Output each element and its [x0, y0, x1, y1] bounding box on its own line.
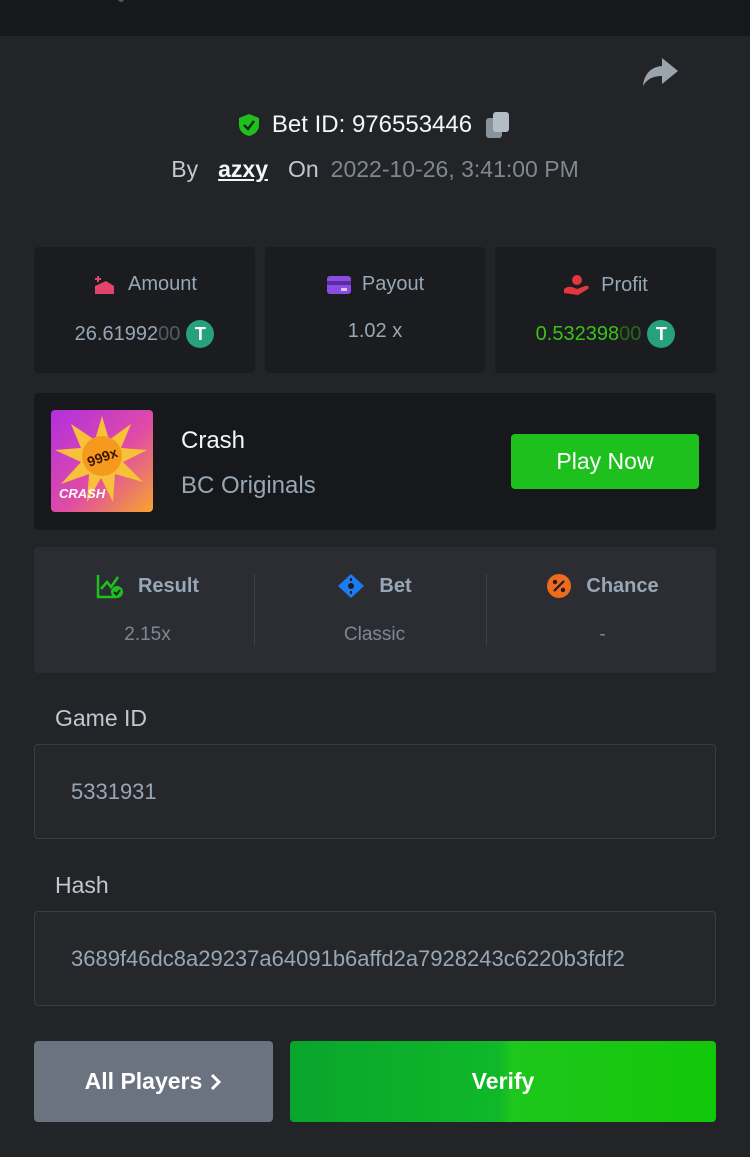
bet-label: Bet — [379, 574, 412, 597]
game-id-label: Game ID — [55, 705, 148, 731]
chance-column: Chance - — [489, 547, 716, 673]
play-now-button[interactable]: Play Now — [511, 434, 699, 489]
verified-shield-icon — [238, 114, 259, 136]
profit-value-trail: 00 — [619, 322, 642, 345]
game-card: 999x CRASH Crash BC Originals Play Now — [34, 393, 716, 530]
divider — [254, 574, 255, 645]
payout-label: Payout — [361, 273, 425, 295]
bet-datetime: 2022-10-26, 3:41:00 PM — [330, 155, 579, 182]
result-column: Result 2.15x — [34, 547, 261, 673]
payout-icon — [326, 275, 351, 294]
chance-label: Chance — [586, 574, 659, 597]
amount-card: Amount 26.6199200 T — [34, 247, 255, 373]
hash-field[interactable]: 3689f46dc8a29237a64091b6affd2a7928243c62… — [34, 911, 716, 1006]
bet-value: Classic — [343, 624, 406, 645]
by-label: By — [171, 155, 199, 182]
copy-icon[interactable] — [484, 110, 512, 140]
result-info-card: Result 2.15x Bet Classic Chance - — [34, 547, 716, 673]
hash-label: Hash — [55, 872, 109, 898]
bet-id: Bet ID: 976553446 — [271, 111, 473, 138]
payout-card: Payout 1.02 x — [265, 247, 485, 373]
amount-value-trail: 00 — [158, 322, 181, 345]
profit-icon — [564, 275, 589, 295]
verify-button[interactable]: Verify — [290, 1041, 716, 1122]
usdt-icon: T — [186, 320, 215, 348]
chevron-right-icon — [211, 1073, 222, 1090]
percent-icon — [547, 574, 572, 598]
thumb-title: CRASH — [59, 486, 106, 501]
all-players-label: All Players — [84, 1068, 203, 1094]
game-id-field[interactable]: 5331931 — [34, 744, 716, 839]
profit-card: Profit 0.53239800 T — [495, 247, 716, 373]
result-value: 2.15x — [124, 624, 171, 645]
bet-ticket-icon — [338, 574, 365, 598]
hash-value: 3689f46dc8a29237a64091b6affd2a7928243c62… — [71, 946, 625, 971]
top-bar-fragment — [118, 0, 124, 2]
username-link[interactable]: azxy — [218, 156, 268, 183]
bet-column: Bet Classic — [261, 547, 488, 673]
result-label: Result — [137, 574, 200, 597]
game-id-value: 5331931 — [71, 779, 157, 804]
crash-game-thumbnail[interactable]: 999x CRASH — [51, 410, 153, 512]
game-provider: BC Originals — [181, 472, 316, 499]
amount-value: 26.61992 — [74, 322, 159, 345]
share-icon[interactable] — [640, 54, 680, 90]
profit-label: Profit — [601, 273, 648, 296]
divider — [486, 574, 487, 645]
usdt-icon: T — [647, 320, 676, 348]
amount-label: Amount — [128, 273, 197, 295]
game-name: Crash — [181, 427, 246, 454]
on-label: On — [287, 155, 319, 182]
top-bar — [0, 0, 750, 36]
chance-value: - — [599, 624, 606, 645]
profit-value: 0.532398 — [535, 322, 620, 345]
result-chart-icon — [96, 575, 123, 599]
payout-value: 1.02 x — [347, 320, 403, 342]
author-row: By azxy On 2022-10-26, 3:41:00 PM — [0, 152, 750, 186]
all-players-button[interactable]: All Players — [34, 1041, 273, 1122]
bet-id-row: Bet ID: 976553446 — [0, 106, 750, 144]
amount-icon — [95, 275, 115, 294]
